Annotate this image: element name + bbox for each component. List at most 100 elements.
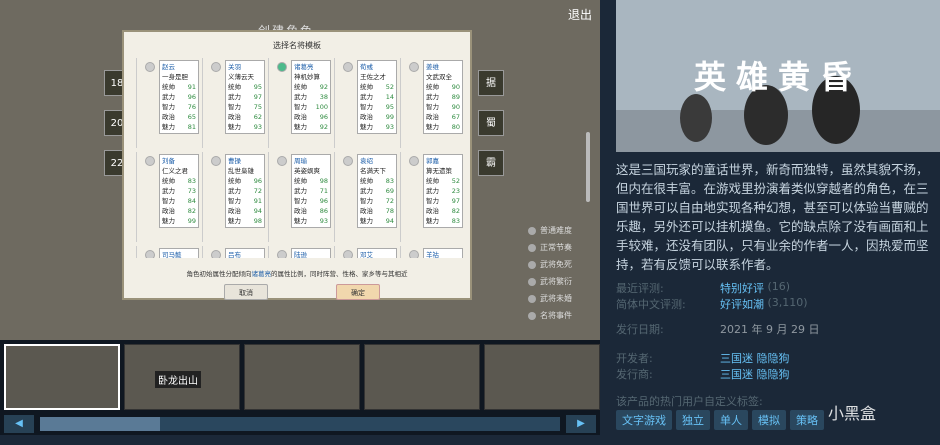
stat-label: 统帅 bbox=[294, 83, 307, 91]
tags-label: 该产品的热门用户自定义标签: bbox=[616, 395, 763, 408]
template-card[interactable]: 荀彧 王佐之才 统帅 52 武力 14 智力 95 政治 99 魅力 93 bbox=[334, 58, 397, 148]
select-radio[interactable] bbox=[277, 156, 287, 166]
stat-row: 魅力 80 bbox=[426, 122, 460, 132]
template-card[interactable]: 吕布天下无双 bbox=[202, 246, 265, 258]
pub-link[interactable]: 三国迷 隐隐狗 bbox=[720, 366, 790, 382]
template-card[interactable]: 羊祜名德远播 bbox=[400, 246, 463, 258]
general-name: 袁绍 bbox=[360, 157, 373, 165]
stat-label: 武力 bbox=[228, 187, 241, 195]
stat-row: 智力 95 bbox=[360, 102, 394, 112]
game-option[interactable]: 名将事件 bbox=[528, 310, 572, 321]
release-label: 发行日期: bbox=[616, 323, 664, 336]
general-name: 诸葛亮 bbox=[294, 63, 314, 71]
select-radio[interactable] bbox=[409, 62, 419, 72]
stat-value: 14 bbox=[385, 93, 394, 101]
select-radio[interactable] bbox=[409, 156, 419, 166]
template-card[interactable]: 诸葛亮 神机妙算 统帅 92 武力 38 智力 100 政治 96 魅力 92 bbox=[268, 58, 331, 148]
tag[interactable]: 策略 bbox=[790, 410, 824, 430]
template-card[interactable]: 赵云 一身是胆 统帅 91 武力 96 智力 76 政治 65 魅力 81 bbox=[136, 58, 199, 148]
template-card[interactable]: 司马懿老谋深算 bbox=[136, 246, 199, 258]
select-radio[interactable] bbox=[145, 156, 155, 166]
select-radio[interactable] bbox=[145, 250, 155, 258]
thumbnail[interactable] bbox=[244, 344, 360, 410]
card-info: 周瑜 英姿飒爽 统帅 98 武力 71 智力 96 政治 86 魅力 93 bbox=[291, 154, 331, 228]
game-option[interactable]: 正常节奏 bbox=[528, 242, 572, 253]
card-info: 邓艾体恤军民 bbox=[357, 248, 397, 258]
stat-value: 72 bbox=[385, 197, 394, 205]
template-card[interactable]: 袁绍 名满天下 统帅 83 武力 69 智力 72 政治 78 魅力 94 bbox=[334, 152, 397, 242]
thumbnail[interactable] bbox=[364, 344, 480, 410]
template-card[interactable]: 刘备 仁义之君 统帅 83 武力 73 智力 84 政治 82 魅力 99 bbox=[136, 152, 199, 242]
tag[interactable]: 独立 bbox=[676, 410, 710, 430]
card-info: 吕布天下无双 bbox=[225, 248, 265, 258]
stat-label: 政治 bbox=[360, 207, 373, 215]
select-radio[interactable] bbox=[277, 62, 287, 72]
option-label: 普通难度 bbox=[540, 226, 572, 235]
tag[interactable]: 模拟 bbox=[752, 410, 786, 430]
card-info: 诸葛亮 神机妙算 统帅 92 武力 38 智力 100 政治 96 魅力 92 bbox=[291, 60, 331, 134]
tag[interactable]: 文字游戏 bbox=[616, 410, 672, 430]
stat-row: 武力 71 bbox=[294, 186, 328, 196]
select-radio[interactable] bbox=[211, 156, 221, 166]
thumbnail[interactable] bbox=[4, 344, 120, 410]
general-trait: 名满天下 bbox=[360, 167, 386, 175]
select-radio[interactable] bbox=[277, 250, 287, 258]
stat-value: 52 bbox=[385, 83, 394, 91]
tag[interactable]: 单人 bbox=[714, 410, 748, 430]
template-card[interactable]: 郭嘉 算无遗策 统帅 52 武力 23 智力 97 政治 82 魅力 83 bbox=[400, 152, 463, 242]
thumbnail[interactable] bbox=[484, 344, 600, 410]
stat-value: 93 bbox=[253, 123, 262, 131]
game-option[interactable]: 普通难度 bbox=[528, 225, 572, 236]
select-radio[interactable] bbox=[343, 250, 353, 258]
select-radio[interactable] bbox=[211, 250, 221, 258]
exit-button[interactable]: 退出 bbox=[568, 6, 592, 23]
template-card[interactable]: 关羽 义薄云天 统帅 95 武力 97 智力 75 政治 62 魅力 93 bbox=[202, 58, 265, 148]
cn-value[interactable]: 好评如潮 bbox=[720, 296, 764, 312]
template-card[interactable]: 姜维 文武双全 统帅 90 武力 89 智力 90 政治 67 魅力 80 bbox=[400, 58, 463, 148]
game-screenshot: 创建角色 退出 18 20 22 据 蜀 霸 选择名将模板 赵云一身是胆统帅91… bbox=[0, 0, 600, 340]
select-radio[interactable] bbox=[409, 250, 419, 258]
general-trait: 英姿飒爽 bbox=[294, 167, 320, 175]
recent-label: 最近评测: bbox=[616, 282, 664, 295]
card-info: 郭嘉 算无遗策 统帅 52 武力 23 智力 97 政治 82 魅力 83 bbox=[423, 154, 463, 228]
game-option[interactable]: 武将未婚 bbox=[528, 293, 572, 304]
cancel-button[interactable]: 取消 bbox=[224, 284, 268, 300]
card-info: 羊祜名德远播 bbox=[423, 248, 463, 258]
recent-value[interactable]: 特别好评 bbox=[720, 280, 764, 296]
scroll-thumb[interactable] bbox=[40, 417, 160, 431]
stat-label: 武力 bbox=[426, 93, 439, 101]
thumbnail[interactable]: 卧龙出山 bbox=[124, 344, 240, 410]
dev-link[interactable]: 三国迷 隐隐狗 bbox=[720, 350, 790, 366]
stat-row: 魅力 93 bbox=[360, 122, 394, 132]
scroll-right-icon[interactable]: ▶ bbox=[566, 415, 596, 433]
template-card[interactable]: 周瑜 英姿飒爽 统帅 98 武力 71 智力 96 政治 86 魅力 93 bbox=[268, 152, 331, 242]
select-radio[interactable] bbox=[343, 62, 353, 72]
stat-label: 统帅 bbox=[360, 177, 373, 185]
confirm-button[interactable]: 确定 bbox=[336, 284, 380, 300]
stat-value: 91 bbox=[253, 197, 262, 205]
template-card[interactable]: 邓艾体恤军民 bbox=[334, 246, 397, 258]
tag-list: 文字游戏 独立 单人 模拟 策略 bbox=[616, 410, 824, 430]
template-card[interactable]: 陆逊书生意气 bbox=[268, 246, 331, 258]
dialog-title: 选择名将模板 bbox=[273, 41, 321, 50]
scroll-left-icon[interactable]: ◀ bbox=[4, 415, 34, 433]
game-option[interactable]: 武将免死 bbox=[528, 259, 572, 270]
desc-prefix: 角色初始属性分配倾向 bbox=[186, 270, 252, 278]
recent-reviews: 最近评测: 特别好评 (16) bbox=[616, 280, 790, 296]
game-option[interactable]: 武将繁衍 bbox=[528, 276, 572, 287]
stat-row: 魅力 92 bbox=[294, 122, 328, 132]
stat-value: 95 bbox=[385, 103, 394, 111]
select-radio[interactable] bbox=[145, 62, 155, 72]
template-card[interactable]: 曹操 乱世枭雄 统帅 96 武力 72 智力 91 政治 94 魅力 98 bbox=[202, 152, 265, 242]
release-date: 发行日期: 2021 年 9 月 29 日 bbox=[616, 321, 819, 337]
stat-row: 统帅 91 bbox=[162, 82, 196, 92]
recent-count: (16) bbox=[767, 280, 791, 293]
select-radio[interactable] bbox=[211, 62, 221, 72]
stat-value: 92 bbox=[319, 123, 328, 131]
select-radio[interactable] bbox=[343, 156, 353, 166]
stat-label: 统帅 bbox=[294, 177, 307, 185]
stat-label: 政治 bbox=[162, 207, 175, 215]
stat-value: 65 bbox=[187, 113, 196, 121]
dialog-scrollbar[interactable] bbox=[586, 132, 590, 202]
general-name: 周瑜 bbox=[294, 157, 307, 165]
